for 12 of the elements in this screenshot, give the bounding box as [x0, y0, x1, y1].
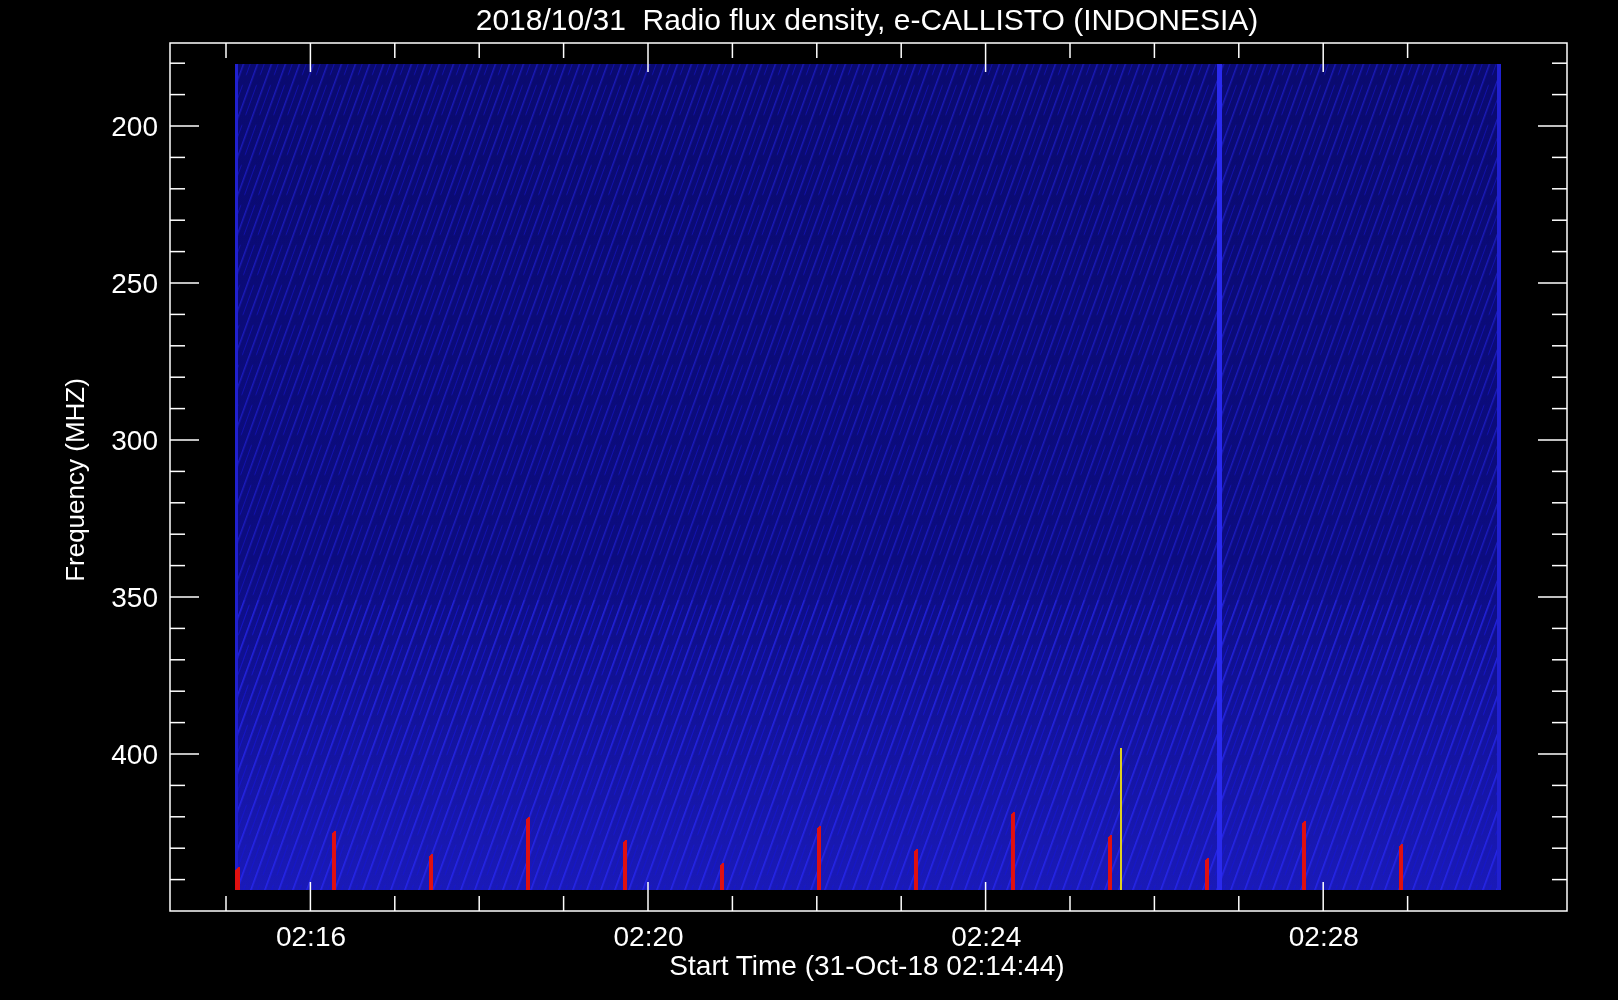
y-tick-label: 300 — [111, 425, 158, 456]
y-tick-label: 400 — [111, 739, 158, 770]
chart-title: 2018/10/31 Radio flux density, e-CALLISTO (INDONESIA) — [475, 3, 1259, 36]
y-tick-label: 250 — [111, 268, 158, 299]
y-tick-label: 350 — [111, 582, 158, 613]
x-tick-label: 02:24 — [951, 921, 1022, 952]
x-tick-label: 02:28 — [1288, 921, 1359, 952]
y-tick-label: 200 — [111, 111, 158, 142]
y-axis-label: Frequency (MHZ) — [60, 378, 90, 582]
x-axis-label: Start Time (31-Oct-18 02:14:44) — [669, 950, 1065, 981]
x-tick-label: 02:16 — [275, 921, 347, 952]
x-tick-label: 02:20 — [613, 921, 684, 952]
